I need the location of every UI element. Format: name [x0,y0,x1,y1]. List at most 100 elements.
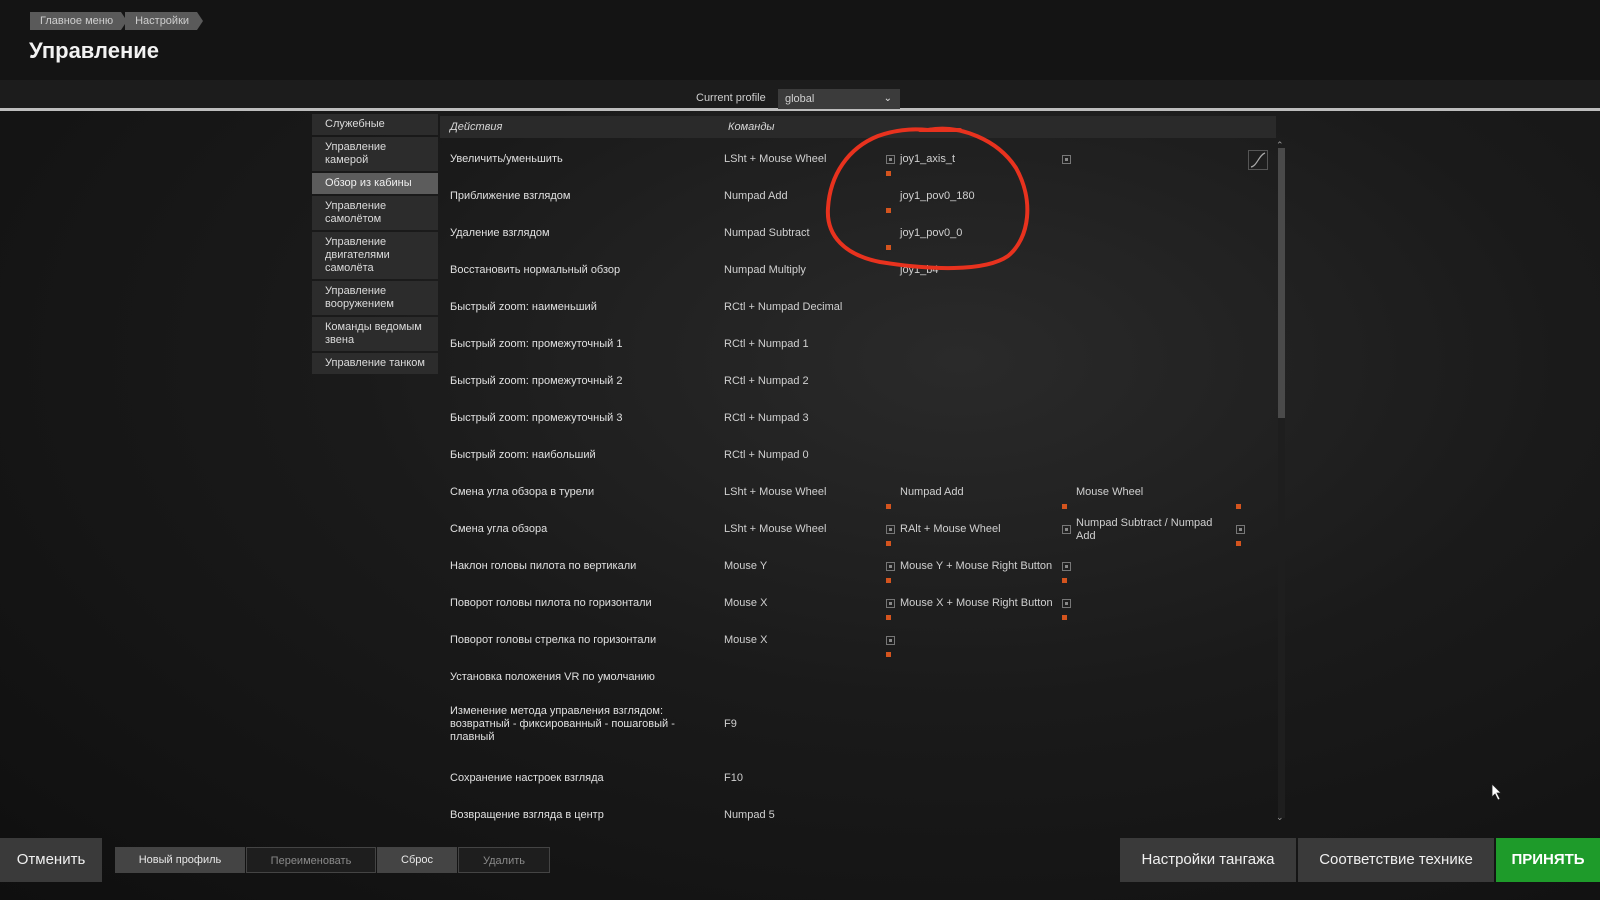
table-row[interactable]: Поворот головы пилота по горизонтали Mou… [450,585,1250,622]
table-row[interactable]: Быстрый zoom: наибольший RCtl + Numpad 0 [450,437,1250,474]
binding-marker-icon [886,171,891,176]
new-profile-button[interactable]: Новый профиль [115,847,245,873]
scrollbar[interactable] [1278,148,1285,818]
row-command-primary[interactable]: Mouse X [724,622,884,659]
row-command-secondary[interactable]: joy1_b4 [900,252,1060,289]
row-action: Быстрый zoom: наименьший [450,301,597,313]
modifier-icon[interactable] [1236,525,1245,534]
row-command-secondary[interactable]: RAlt + Mouse Wheel [900,511,1060,548]
row-command-primary[interactable]: RCtl + Numpad 0 [724,437,884,474]
row-command-primary[interactable]: Numpad Multiply [724,252,884,289]
row-action: Наклон головы пилота по вертикали [450,560,637,572]
modifier-icon[interactable] [886,562,895,571]
row-command-primary[interactable]: F10 [724,760,884,797]
table-row[interactable]: Смена угла обзора в турели LSht + Mouse … [450,474,1250,511]
row-action: Сохранение настроек взгляда [450,772,604,784]
category-item[interactable]: Управление двигателями самолёта [312,232,438,279]
scrollbar-thumb[interactable] [1278,148,1285,418]
table-row[interactable]: Быстрый zoom: промежуточный 3 RCtl + Num… [450,400,1250,437]
modifier-icon[interactable] [1062,599,1071,608]
table-row[interactable]: Возвращение взгляда в центр Numpad 5 [450,797,1250,834]
row-action: Быстрый zoom: промежуточный 3 [450,412,623,424]
table-row[interactable]: Удаление взглядом Numpad Subtract joy1_p… [450,215,1250,252]
breadcrumb-main-menu[interactable]: Главное меню [30,12,128,30]
row-action: Поворот головы пилота по горизонтали [450,597,652,609]
binding-marker-icon [1236,504,1241,509]
binding-marker-icon [1236,541,1241,546]
table-row[interactable]: Смена угла обзора LSht + Mouse Wheel RAl… [450,511,1250,548]
row-command-primary[interactable]: Mouse Y [724,548,884,585]
row-command-secondary[interactable]: joy1_pov0_180 [900,178,1060,215]
profile-select[interactable]: global ⌄ [778,89,900,109]
modifier-icon[interactable] [886,636,895,645]
row-command-primary[interactable]: Numpad Subtract [724,215,884,252]
modifier-icon[interactable] [886,155,895,164]
binding-marker-icon [886,615,891,620]
reset-button[interactable]: Сброс [377,847,457,873]
row-command-secondary[interactable]: Mouse X + Mouse Right Button [900,585,1070,622]
row-command-secondary[interactable]: Numpad Add [900,474,1060,511]
rename-button[interactable]: Переименовать [246,847,376,873]
table-row[interactable]: Приближение взглядом Numpad Add joy1_pov… [450,178,1250,215]
row-action: Смена угла обзора в турели [450,486,595,498]
category-item-active[interactable]: Обзор из кабины [312,173,438,194]
table-row[interactable]: Сохранение настроек взгляда F10 [450,760,1250,797]
table-row[interactable]: Восстановить нормальный обзор Numpad Mul… [450,252,1250,289]
row-command-secondary[interactable]: joy1_axis_t [900,141,1060,178]
row-command-primary[interactable]: RCtl + Numpad Decimal [724,289,884,326]
row-action: Быстрый zoom: промежуточный 2 [450,375,623,387]
binding-marker-icon [1062,504,1067,509]
category-item[interactable]: Управление камерой [312,137,438,171]
cancel-button[interactable]: Отменить [0,838,102,882]
table-row[interactable]: Быстрый zoom: промежуточный 1 RCtl + Num… [450,326,1250,363]
table-row[interactable]: Изменение метода управления взглядом: во… [450,700,1250,748]
pitch-settings-button[interactable]: Настройки тангажа [1120,838,1296,882]
table-row[interactable]: Увеличить/уменьшить LSht + Mouse Wheel j… [450,141,1250,178]
modifier-icon[interactable] [886,525,895,534]
row-command-tertiary[interactable]: Numpad Subtract / Numpad Add [1076,511,1226,548]
category-item[interactable]: Управление вооружением [312,281,438,315]
modifier-icon[interactable] [1062,155,1071,164]
table-row[interactable]: Установка положения VR по умолчанию [450,659,1250,696]
accept-button[interactable]: ПРИНЯТЬ [1496,838,1600,882]
row-command-secondary[interactable]: joy1_pov0_0 [900,215,1060,252]
row-action: Смена угла обзора [450,523,548,535]
delete-button[interactable]: Удалить [458,847,550,873]
category-item[interactable]: Служебные [312,114,438,135]
row-command-primary[interactable]: Mouse X [724,585,884,622]
modifier-icon[interactable] [1062,525,1071,534]
row-command-primary[interactable]: Numpad Add [724,178,884,215]
binding-marker-icon [1062,615,1067,620]
table-row[interactable]: Быстрый zoom: наименьший RCtl + Numpad D… [450,289,1250,326]
row-command-primary[interactable]: RCtl + Numpad 1 [724,326,884,363]
breadcrumb-settings[interactable]: Настройки [125,12,203,30]
category-item[interactable]: Управление танком [312,353,438,374]
scroll-down-icon[interactable]: ⌄ [1276,812,1284,823]
modifier-icon[interactable] [1062,562,1071,571]
row-command-secondary[interactable]: Mouse Y + Mouse Right Button [900,548,1070,585]
curve-settings-button[interactable] [1248,150,1268,170]
table-row[interactable]: Наклон головы пилота по вертикали Mouse … [450,548,1250,585]
row-command-tertiary[interactable]: Mouse Wheel [1076,474,1236,511]
binding-marker-icon [1062,578,1067,583]
category-item[interactable]: Управление самолётом [312,196,438,230]
row-command-primary[interactable]: LSht + Mouse Wheel [724,474,884,511]
binding-marker-icon [886,504,891,509]
header-commands: Команды [728,121,775,133]
vehicle-match-button[interactable]: Соответствие технике [1298,838,1494,882]
row-action: Восстановить нормальный обзор [450,264,621,276]
table-row[interactable]: Поворот головы стрелка по горизонтали Mo… [450,622,1250,659]
category-item[interactable]: Команды ведомым звена [312,317,438,351]
row-command-primary[interactable]: LSht + Mouse Wheel [724,511,884,548]
row-action: Установка положения VR по умолчанию [450,671,655,683]
row-command-primary[interactable]: LSht + Mouse Wheel [724,141,884,178]
row-command-primary[interactable]: RCtl + Numpad 3 [724,400,884,437]
binding-marker-icon [886,578,891,583]
row-command-primary[interactable]: Numpad 5 [724,797,884,834]
row-command-primary[interactable]: RCtl + Numpad 2 [724,363,884,400]
table-row[interactable]: Быстрый zoom: промежуточный 2 RCtl + Num… [450,363,1250,400]
profile-select-value: global [785,93,815,105]
modifier-icon[interactable] [886,599,895,608]
curve-settings-icon [1250,152,1266,168]
row-command-primary[interactable]: F9 [724,700,884,748]
